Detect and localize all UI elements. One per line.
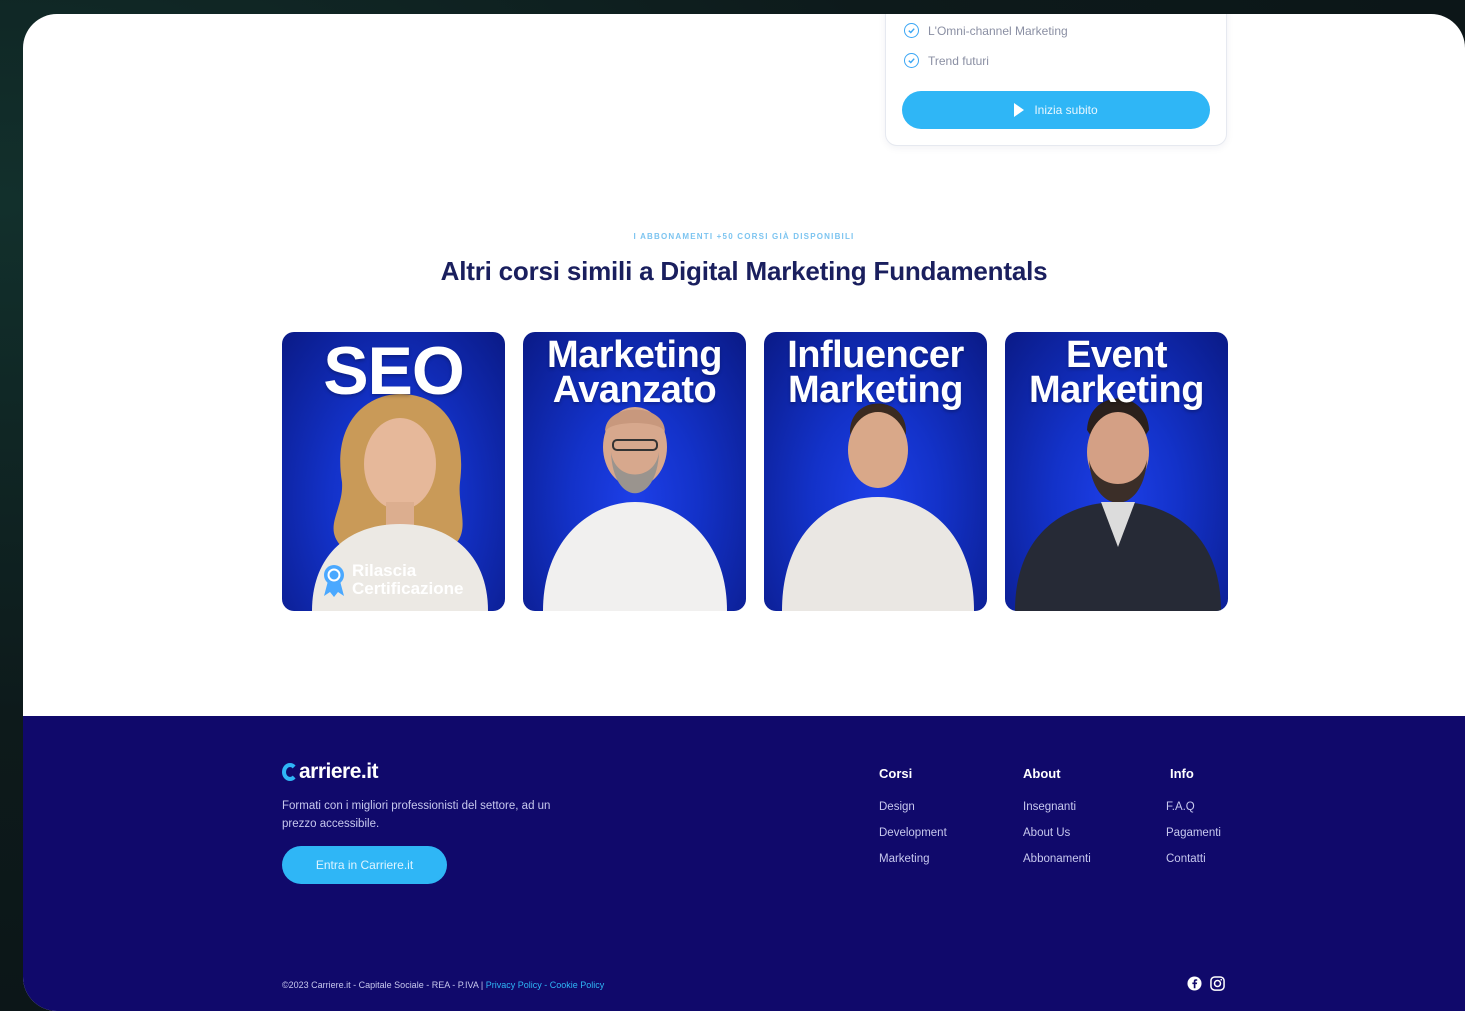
feature-item: L'Omni-channel Marketing bbox=[904, 23, 1068, 38]
course-purchase-card: L'Omni-channel Marketing Trend futuri In… bbox=[885, 14, 1227, 146]
privacy-policy-link[interactable]: Privacy Policy bbox=[486, 980, 542, 990]
footer-column-heading: Info bbox=[1170, 766, 1194, 781]
course-card-title: Influencer Marketing bbox=[764, 334, 987, 411]
footer-link[interactable]: Design bbox=[879, 801, 947, 813]
feature-item: Trend futuri bbox=[904, 53, 989, 68]
cert-line-2: Certificazione bbox=[352, 579, 464, 599]
footer-column-corsi: Corsi Design Development Marketing bbox=[879, 766, 947, 879]
play-icon bbox=[1014, 103, 1025, 117]
check-circle-icon bbox=[904, 23, 919, 38]
footer-tagline: Formati con i migliori professionisti de… bbox=[282, 800, 551, 830]
footer-separator: - bbox=[541, 980, 550, 990]
footer-link[interactable]: Pagamenti bbox=[1166, 827, 1221, 839]
instagram-icon[interactable] bbox=[1210, 976, 1225, 991]
course-card-title: Marketing Avanzato bbox=[523, 334, 746, 411]
footer-link[interactable]: Contatti bbox=[1166, 853, 1221, 865]
facebook-icon[interactable] bbox=[1187, 976, 1202, 991]
footer-link[interactable]: Development bbox=[879, 827, 947, 839]
course-card-title-line: Marketing bbox=[547, 334, 722, 376]
related-courses: SEO Rilascia Certificazione Marketing Av… bbox=[282, 332, 1228, 611]
feature-label: L'Omni-channel Marketing bbox=[928, 23, 1068, 38]
cookie-policy-link[interactable]: Cookie Policy bbox=[550, 980, 605, 990]
logo-mark-icon bbox=[282, 763, 298, 781]
certification-badge: Rilascia Certificazione bbox=[322, 560, 464, 599]
course-card-event-marketing[interactable]: Event Marketing bbox=[1005, 332, 1228, 611]
carriere-logo[interactable]: arriere.it bbox=[282, 760, 379, 784]
footer-column-info: Info F.A.Q Pagamenti Contatti bbox=[1166, 766, 1221, 879]
check-circle-icon bbox=[904, 53, 919, 68]
page-frame: L'Omni-channel Marketing Trend futuri In… bbox=[23, 14, 1465, 1011]
course-card-title-line: Marketing bbox=[1029, 368, 1204, 411]
section-title: Altri corsi simili a Digital Marketing F… bbox=[440, 256, 1048, 286]
feature-label: Trend futuri bbox=[928, 53, 989, 68]
footer-link[interactable]: About Us bbox=[1023, 827, 1091, 839]
course-card-seo[interactable]: SEO Rilascia Certificazione bbox=[282, 332, 505, 611]
course-card-title: SEO bbox=[323, 333, 465, 409]
footer-link[interactable]: Abbonamenti bbox=[1023, 853, 1091, 865]
course-card-marketing-avanzato[interactable]: Marketing Avanzato bbox=[523, 332, 746, 611]
footer-link[interactable]: F.A.Q bbox=[1166, 801, 1221, 813]
footer-column-heading: Corsi bbox=[879, 766, 913, 781]
course-card-title-line: Influencer bbox=[787, 334, 964, 376]
course-card-title-line: Avanzato bbox=[552, 368, 717, 411]
course-card-title-line: Marketing bbox=[788, 368, 963, 411]
footer-column-about: About Insegnanti About Us Abbonamenti bbox=[1023, 766, 1091, 879]
social-links bbox=[1187, 976, 1225, 991]
start-now-label: Inizia subito bbox=[1034, 103, 1098, 117]
start-now-button[interactable]: Inizia subito bbox=[902, 91, 1210, 129]
copyright: ©2023 Carriere.it - Capitale Sociale - R… bbox=[282, 980, 604, 990]
footer-column-heading: About bbox=[1023, 766, 1061, 781]
site-footer: arriere.it Formati con i migliori profes… bbox=[23, 716, 1465, 1011]
footer-link[interactable]: Marketing bbox=[879, 853, 947, 865]
cert-line-1: Rilascia bbox=[352, 560, 417, 580]
certificate-badge-icon bbox=[324, 565, 344, 598]
course-card-influencer-marketing[interactable]: Influencer Marketing bbox=[764, 332, 987, 611]
enter-carriere-button[interactable]: Entra in Carriere.it bbox=[282, 846, 447, 884]
course-card-title-line: Event bbox=[1066, 334, 1167, 376]
copyright-text: ©2023 Carriere.it - Capitale Sociale - R… bbox=[282, 980, 486, 990]
course-card-title: Event Marketing bbox=[1005, 334, 1228, 411]
section-eyebrow: I abbonamenti +50 corsi già disponibili bbox=[633, 232, 855, 241]
footer-link[interactable]: Insegnanti bbox=[1023, 801, 1091, 813]
logo-text: arriere.it bbox=[299, 760, 379, 783]
